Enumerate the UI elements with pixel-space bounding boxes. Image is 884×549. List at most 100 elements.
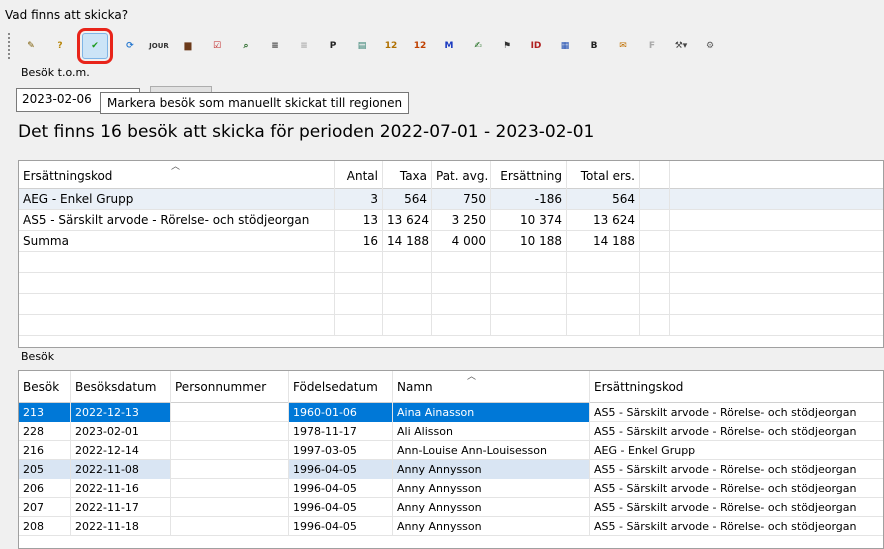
summary-cell (640, 293, 670, 315)
summary-cell (640, 272, 670, 294)
summary-cell (640, 209, 670, 231)
summary-cell (335, 251, 383, 273)
visit-row[interactable]: 208 2022-11-18 1996-04-05 Anny Annysson AS5 … (19, 516, 883, 536)
summary-col-header[interactable]: Pat. avg. (432, 161, 491, 189)
summary-row[interactable] (19, 251, 883, 273)
pen-tablet-icon[interactable]: ✍ (467, 35, 489, 57)
summary-row[interactable]: Summa 16 14 188 4 000 10 188 14 188 (19, 230, 883, 252)
summary-cell (335, 272, 383, 294)
tooltip: Markera besök som manuellt skickat till … (100, 92, 410, 114)
toolbar-grip[interactable] (8, 33, 12, 59)
mark-sent-icon[interactable]: ✔ (77, 28, 113, 64)
summary-cell: 564 (567, 188, 640, 210)
visit-cell: 1996-04-05 (289, 516, 393, 536)
summary-cell (567, 293, 640, 315)
p-icon[interactable]: P (322, 35, 344, 57)
summary-cell: 564 (383, 188, 432, 210)
summary-cell (640, 314, 670, 336)
visit-row[interactable]: 207 2022-11-17 1996-04-05 Anny Annysson AS5 … (19, 497, 883, 517)
journal-icon[interactable]: JOUR (148, 35, 170, 57)
summary-cell: -186 (491, 188, 567, 210)
visit-cell: Anny Annysson (393, 478, 590, 498)
visit-cell (171, 421, 289, 441)
visit-search-icon[interactable]: ⌕ (235, 35, 257, 57)
visit-list-icon[interactable]: ≡ (264, 35, 286, 57)
summary-row[interactable]: AEG - Enkel Grupp 3 564 750 -186 564 (19, 188, 883, 210)
summary-col-header[interactable]: Total ers. (567, 161, 640, 189)
envelope-icon[interactable]: ✉ (612, 35, 634, 57)
tools-dropdown-icon[interactable]: ⚒▾ (670, 35, 692, 57)
visit-cell: 1996-04-05 (289, 459, 393, 479)
summary-cell (19, 314, 335, 336)
summary-cell (491, 272, 567, 294)
help-icon[interactable]: ? (49, 35, 71, 57)
form-icon[interactable]: ▦ (554, 35, 576, 57)
visits-col-header[interactable]: Födelsedatum (289, 371, 393, 403)
visits-col-header[interactable]: Personnummer (171, 371, 289, 403)
f-disabled-icon[interactable]: F (641, 35, 663, 57)
visit-cell: 228 (19, 421, 71, 441)
visits-col-header[interactable]: Namn (393, 371, 590, 403)
notes-icon[interactable]: ▤ (351, 35, 373, 57)
visit-cell: AS5 - Särskilt arvode - Rörelse- och stö… (594, 405, 857, 419)
visits-col-header[interactable]: Besök (19, 371, 71, 403)
visit-cell: Ali Alisson (393, 421, 590, 441)
visits-col-header[interactable]: Besöksdatum (71, 371, 171, 403)
summary-cell: 13 624 (383, 209, 432, 231)
summary-row[interactable]: AS5 - Särskilt arvode - Rörelse- och stö… (19, 209, 883, 231)
visit-row[interactable]: 216 2022-12-14 1997-03-05 Ann-Louise Ann-Lo… (19, 440, 883, 460)
visit-cell: Ann-Louise Ann-Louisesson (393, 440, 590, 460)
stamp-icon[interactable]: ⚑ (496, 35, 518, 57)
summary-cell: 3 (335, 188, 383, 210)
summary-row[interactable] (19, 314, 883, 336)
summary-cell (432, 272, 491, 294)
summary-cell (19, 272, 335, 294)
refresh-icon[interactable]: ⟳ (119, 35, 141, 57)
visit-cell: 206 (19, 478, 71, 498)
summary-cell (335, 293, 383, 315)
visit-cell: 208 (19, 516, 71, 536)
summary-row[interactable] (19, 272, 883, 294)
calendar-12-icon[interactable]: 12 (380, 35, 402, 57)
visit-row[interactable]: 206 2022-11-16 1996-04-05 Anny Annysson AS5 … (19, 478, 883, 498)
visit-list-disabled-icon[interactable]: ≡ (293, 35, 315, 57)
visit-cell: Anny Annysson (393, 459, 590, 479)
summary-cell: 13 (335, 209, 383, 231)
visit-cell (171, 440, 289, 460)
summary-cell (383, 272, 432, 294)
visit-cell (171, 516, 289, 536)
visits-table: ︿ Besök Besöksdatum Personnummer Födelse… (18, 370, 884, 549)
summary-cell: 10 374 (491, 209, 567, 231)
id-icon[interactable]: ID (525, 35, 547, 57)
summary-col-header[interactable]: Ersättning (491, 161, 567, 189)
summary-cell: 13 624 (567, 209, 640, 231)
visit-cell: AS5 - Särskilt arvode - Rörelse- och stö… (594, 462, 857, 476)
summary-cell (640, 251, 670, 273)
visits-col-header[interactable]: Ersättningskod (590, 371, 883, 403)
visit-cell (171, 459, 289, 479)
visit-row[interactable]: 213 2022-12-13 1960-01-06 Aina Ainasson AS5 … (19, 402, 883, 422)
visit-cell: AEG - Enkel Grupp (594, 443, 696, 457)
visit-cell: 205 (19, 459, 71, 479)
summary-cell (383, 251, 432, 273)
summary-cell (19, 251, 335, 273)
open-folder-icon[interactable]: ✎ (20, 35, 42, 57)
summary-row[interactable] (19, 293, 883, 315)
date-filter-label: Besök t.o.m. (21, 66, 90, 79)
summary-cell: 3 250 (432, 209, 491, 231)
briefcase-icon[interactable]: ▆ (177, 35, 199, 57)
settings-gear-icon[interactable]: ⚙ (699, 35, 721, 57)
summary-cell (19, 293, 335, 315)
summary-col-header[interactable]: Antal (335, 161, 383, 189)
visit-row[interactable]: 228 2023-02-01 1978-11-17 Ali Alisson AS5 - … (19, 421, 883, 441)
visit-row[interactable]: 205 2022-11-08 1996-04-05 Anny Annysson AS5 … (19, 459, 883, 479)
summary-cell: 14 188 (383, 230, 432, 252)
m-icon[interactable]: M (438, 35, 460, 57)
visit-cell: 2022-11-16 (71, 478, 171, 498)
summary-cell (383, 293, 432, 315)
calendar-12b-icon[interactable]: 12 (409, 35, 431, 57)
summary-col-header[interactable]: Taxa (383, 161, 432, 189)
b-icon[interactable]: B (583, 35, 605, 57)
edit-checkbox-icon[interactable]: ☑ (206, 35, 228, 57)
summary-cell (640, 230, 670, 252)
